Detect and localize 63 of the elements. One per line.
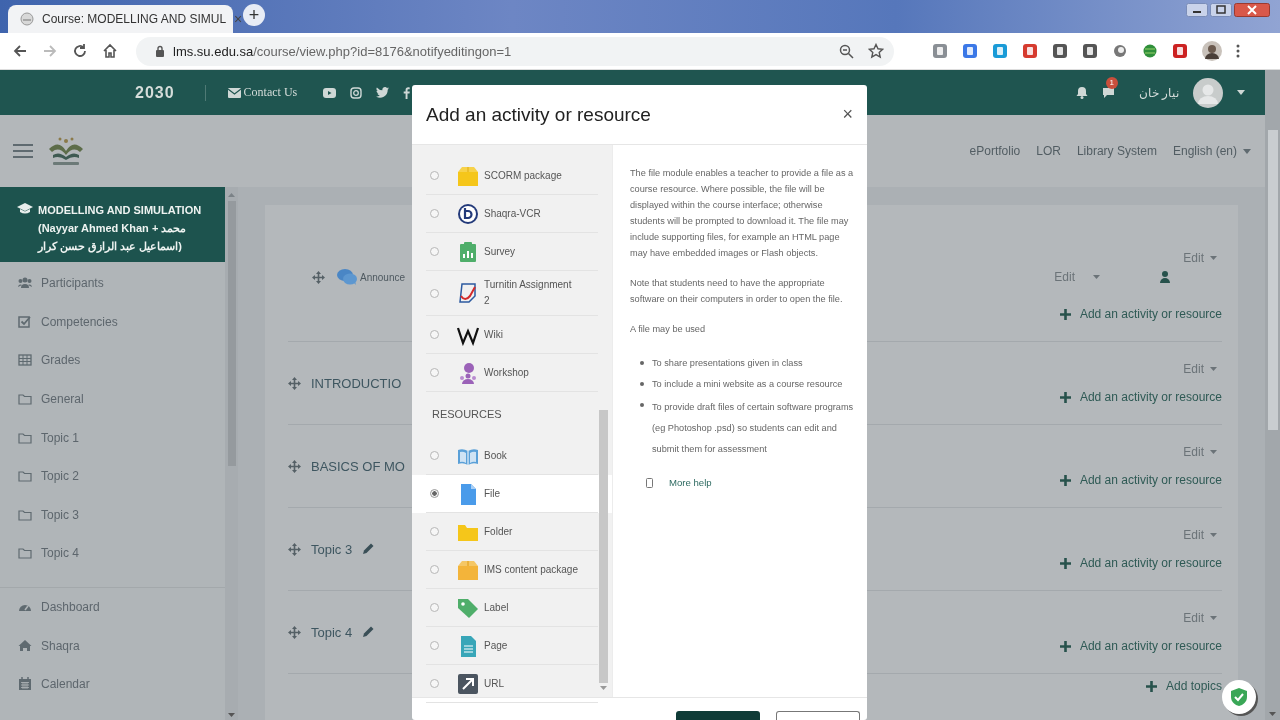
address-bar[interactable]: lms.su.edu.sa/course/view.php?id=8176&notifyeditingon=1 (136, 36, 894, 66)
section-title: Topic 4 (311, 624, 353, 640)
nav-link[interactable]: ePortfolio (969, 144, 1021, 158)
add-activity-link[interactable]: Add an activity or resource (1059, 556, 1222, 570)
edit-menu[interactable]: Edit (1183, 362, 1217, 376)
section-heading: RESOURCES (431, 407, 503, 422)
bullet-text: To share presentations given in class (652, 357, 803, 370)
add-activity-link[interactable]: Add an activity or resource (1059, 390, 1222, 404)
close-button[interactable]: × (842, 104, 853, 125)
help-link[interactable]: More help (669, 475, 712, 491)
vision-logo: 2030 (135, 83, 175, 102)
add-topics-link[interactable]: Add topics (1145, 679, 1222, 693)
sidebar-item[interactable]: Participants (0, 264, 225, 303)
activity-link[interactable]: Announce (360, 271, 406, 283)
edit-menu[interactable]: Edit (1054, 270, 1152, 284)
sidebar-item[interactable]: Topic 1 (0, 418, 225, 457)
section-title: Topic 3 (311, 541, 353, 557)
section-title: INTRODUCTIO (311, 375, 402, 391)
module-option[interactable]: Shaqra-VCR (426, 195, 598, 233)
module-option[interactable]: Survey (426, 233, 598, 271)
nav-link[interactable]: Library System (1076, 144, 1157, 158)
nav-link[interactable]: LOR (1036, 144, 1061, 158)
bullet-text: To provide draft files of certain software programs (eg Photoshop .psd) so students can edit and submit them for assessment (652, 401, 855, 456)
module-option[interactable]: Label (426, 589, 598, 627)
url-text: lms.su.edu.sa/course/view.php?id=8176&notifyeditingon=1 (173, 43, 512, 59)
sidebar-item[interactable]: General (0, 379, 225, 419)
module-option[interactable]: Workshop (426, 354, 598, 392)
module-option[interactable]: IMS content package (426, 551, 598, 589)
bullet-text: To include a mini website as a course resource (652, 378, 843, 391)
language-menu[interactable]: English (en) (1172, 144, 1251, 158)
sidebar-item[interactable]: Grades (0, 341, 225, 380)
section-title: BASICS OF MO (311, 458, 405, 474)
edit-menu[interactable]: Edit (1183, 528, 1217, 542)
sidebar-item[interactable]: Competencies (0, 302, 225, 342)
dialog-title: Add an activity or resource (426, 103, 651, 126)
sidebar-item[interactable]: Topic 4 (0, 534, 225, 573)
add-activity-link[interactable]: Add an activity or resource (1059, 473, 1222, 487)
sidebar-item[interactable]: Topic 2 (0, 456, 225, 496)
new-tab-button[interactable]: + (243, 3, 265, 26)
close-tab-button[interactable]: × (234, 11, 243, 27)
module-option[interactable]: Page (426, 627, 598, 665)
module-option[interactable]: Wiki (426, 316, 598, 354)
tab-title: Course: MODELLING AND SIMUL (42, 12, 227, 26)
sidebar-item[interactable]: Topic 3 (0, 495, 225, 535)
notification-badge: 1 (1105, 76, 1118, 89)
module-option[interactable]: URL (426, 665, 598, 703)
module-option[interactable]: Folder (426, 513, 598, 551)
contact-link[interactable]: Contact Us (227, 85, 298, 100)
description-text: Note that students need to have the appropriate software on their computers in order to open the file. (630, 277, 844, 306)
module-option[interactable]: SCORM package (426, 157, 598, 195)
sidebar-item[interactable]: Calendar (0, 664, 225, 704)
edit-menu[interactable]: Edit (1183, 251, 1217, 265)
sidebar-item[interactable]: Shaqra (0, 626, 225, 665)
user-name[interactable]: نيار خان (1138, 85, 1179, 100)
add-activity-link[interactable]: Add an activity or resource (1059, 307, 1222, 321)
description-text: A file may be used (630, 323, 707, 336)
description-text: The file module enables a teacher to provide a file as a course resource. Where possible, the file will be displayed within the course interface; otherwise students will be prompted to download it. The file may include supporting files, for example an HTML page may have embedded images or Flash objects. (630, 167, 855, 260)
course-heading[interactable]: MODELLING AND SIMULATION (Nayyar Ahmed Khan + محمد اسماعيل عبد الرازق حسن كرار) (0, 187, 225, 262)
sidebar-item[interactable]: Dashboard (0, 587, 225, 627)
edit-menu[interactable]: Edit (1183, 445, 1217, 459)
add-activity-link[interactable]: Add an activity or resource (1059, 639, 1222, 653)
module-option[interactable]: Turnitin Assignment 2 (426, 271, 598, 316)
edit-menu[interactable]: Edit (1183, 611, 1217, 625)
